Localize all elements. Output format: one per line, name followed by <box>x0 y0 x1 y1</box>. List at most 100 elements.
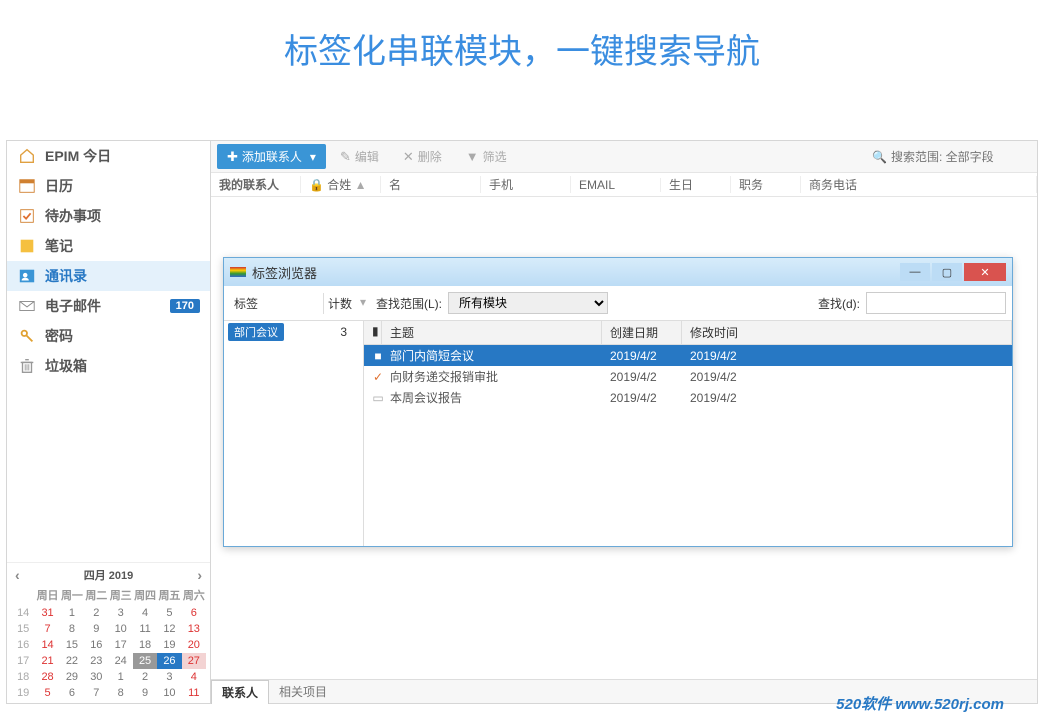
created-col[interactable]: 创建日期 <box>602 321 682 344</box>
sidebar-label: 电子邮件 <box>45 296 101 316</box>
col-name[interactable]: 名 <box>381 176 481 193</box>
side-nav: EPIM 今日 日历 待办事项 笔记 通讯录 电子邮件 170 <box>7 141 210 562</box>
result-subject: 部门内简短会议 <box>390 347 610 364</box>
app-window: EPIM 今日 日历 待办事项 笔记 通讯录 电子邮件 170 <box>6 140 1038 704</box>
find-label: 查找(d): <box>818 295 860 312</box>
subject-col[interactable]: 主题 <box>382 321 602 344</box>
sidebar-item-contacts[interactable]: 通讯录 <box>7 261 210 291</box>
filter-button[interactable]: ▼筛选 <box>456 144 517 169</box>
item-icon: ✓ <box>370 370 386 384</box>
page-banner: 标签化串联模块，一键搜索导航 <box>0 0 1044 85</box>
sidebar-item-mail[interactable]: 电子邮件 170 <box>7 291 210 321</box>
cal-title: 四月 2019 <box>84 567 134 583</box>
sidebar-item-notes[interactable]: 笔记 <box>7 231 210 261</box>
toolbar: ✚添加联系人▾ ✎编辑 ✕删除 ▼筛选 🔍 <box>211 141 1037 173</box>
result-subject: 向财务递交报销审批 <box>390 368 610 385</box>
sidebar-label: 通讯录 <box>45 266 87 286</box>
item-icon: ■ <box>370 349 386 363</box>
close-button[interactable]: ✕ <box>964 263 1006 281</box>
col-surname[interactable]: 🔒 合姓 ▲ <box>301 176 381 193</box>
search-box[interactable]: 🔍 <box>872 150 1031 164</box>
scope-select[interactable]: 所有模块 <box>448 292 608 314</box>
note-icon <box>17 236 37 256</box>
result-row[interactable]: ▭ 本周会议报告 2019/4/2 2019/4/2 <box>364 387 1012 408</box>
count-col-header: 计数 <box>324 293 356 314</box>
result-subject: 本周会议报告 <box>390 389 610 406</box>
scope-label: 查找范围(L): <box>376 295 442 312</box>
minimize-button[interactable]: — <box>900 263 930 281</box>
mail-icon <box>17 296 37 316</box>
tag-row[interactable]: 部门会议 3 <box>224 321 363 343</box>
col-bizphone[interactable]: 商务电话 <box>801 176 1037 193</box>
mini-calendar: ‹ 四月 2019 › 周日周一周二周三周四周五周六 1431123456 15… <box>7 562 210 703</box>
col-mycontacts[interactable]: 我的联系人 <box>211 176 301 193</box>
icon-col: ▮ <box>364 321 382 344</box>
home-icon <box>17 146 37 166</box>
cal-prev[interactable]: ‹ <box>15 567 20 583</box>
dialog-titlebar[interactable]: 标签浏览器 — ▢ ✕ <box>224 258 1012 286</box>
dialog-filter-bar: 标签 计数 ▾ 查找范围(L): 所有模块 查找(d): <box>224 286 1012 321</box>
result-row[interactable]: ■ 部门内简短会议 2019/4/2 2019/4/2 <box>364 345 1012 366</box>
sidebar-label: 笔记 <box>45 236 73 256</box>
delete-button[interactable]: ✕删除 <box>393 144 452 169</box>
sidebar-label: 密码 <box>45 326 73 346</box>
sidebar: EPIM 今日 日历 待办事项 笔记 通讯录 电子邮件 170 <box>7 141 211 703</box>
key-icon <box>17 326 37 346</box>
trash-icon <box>17 356 37 376</box>
sidebar-label: EPIM 今日 <box>45 146 111 166</box>
result-created: 2019/4/2 <box>610 349 690 363</box>
col-email[interactable]: EMAIL <box>571 178 661 192</box>
sidebar-label: 垃圾箱 <box>45 356 87 376</box>
footer-watermark: 520软件 www.520rj.com <box>836 693 1004 714</box>
calendar-icon <box>17 176 37 196</box>
tab-contacts[interactable]: 联系人 <box>211 680 269 704</box>
results-header: ▮ 主题 创建日期 修改时间 <box>364 321 1012 345</box>
todo-icon <box>17 206 37 226</box>
tag-chip: 部门会议 <box>228 323 284 341</box>
tag-col-header: 标签 <box>230 293 324 314</box>
sidebar-label: 待办事项 <box>45 206 101 226</box>
sidebar-item-todo[interactable]: 待办事项 <box>7 201 210 231</box>
main-area: ✚添加联系人▾ ✎编辑 ✕删除 ▼筛选 🔍 我的联系人 🔒 合姓 ▲ 名 手机 … <box>211 141 1037 703</box>
tag-browser-icon <box>230 267 246 277</box>
contacts-columns: 我的联系人 🔒 合姓 ▲ 名 手机 EMAIL 生日 职务 商务电话 <box>211 173 1037 197</box>
result-modified: 2019/4/2 <box>690 370 737 384</box>
tab-related[interactable]: 相关项目 <box>269 680 337 703</box>
pencil-icon: ✎ <box>340 149 351 165</box>
maximize-button[interactable]: ▢ <box>932 263 962 281</box>
tag-count: 3 <box>340 325 359 339</box>
x-icon: ✕ <box>403 149 414 165</box>
result-row[interactable]: ✓ 向财务递交报销审批 2019/4/2 2019/4/2 <box>364 366 1012 387</box>
dialog-title: 标签浏览器 <box>252 263 317 282</box>
cal-next[interactable]: › <box>197 567 202 583</box>
sidebar-label: 日历 <box>45 176 73 196</box>
search-input[interactable] <box>891 150 1031 164</box>
result-modified: 2019/4/2 <box>690 391 737 405</box>
dialog-body: 部门会议 3 ▮ 主题 创建日期 修改时间 ■ 部门内简 <box>224 321 1012 546</box>
filter-icon: ▼ <box>466 149 479 164</box>
chevron-down-icon[interactable]: ▾ <box>356 293 370 314</box>
tags-panel: 部门会议 3 <box>224 321 364 546</box>
find-input[interactable] <box>866 292 1006 314</box>
edit-button[interactable]: ✎编辑 <box>330 144 389 169</box>
results-panel: ▮ 主题 创建日期 修改时间 ■ 部门内简短会议 2019/4/2 2019/4… <box>364 321 1012 546</box>
modified-col[interactable]: 修改时间 <box>682 321 1012 344</box>
add-contact-button[interactable]: ✚添加联系人▾ <box>217 144 326 169</box>
tag-browser-dialog: 标签浏览器 — ▢ ✕ 标签 计数 ▾ 查找范围(L): 所有模块 查找 <box>223 257 1013 547</box>
sidebar-item-password[interactable]: 密码 <box>7 321 210 351</box>
plus-icon: ✚ <box>227 149 238 165</box>
col-birthday[interactable]: 生日 <box>661 176 731 193</box>
sidebar-item-trash[interactable]: 垃圾箱 <box>7 351 210 381</box>
mail-badge: 170 <box>170 299 200 313</box>
sidebar-item-calendar[interactable]: 日历 <box>7 171 210 201</box>
contacts-body: 标签浏览器 — ▢ ✕ 标签 计数 ▾ 查找范围(L): 所有模块 查找 <box>211 197 1037 679</box>
result-created: 2019/4/2 <box>610 370 690 384</box>
contacts-icon <box>17 266 37 286</box>
item-icon: ▭ <box>370 391 386 405</box>
search-icon: 🔍 <box>872 150 887 164</box>
cal-grid: 周日周一周二周三周四周五周六 1431123456 1578910111213 … <box>11 585 206 701</box>
col-title[interactable]: 职务 <box>731 176 801 193</box>
result-modified: 2019/4/2 <box>690 349 737 363</box>
sidebar-item-today[interactable]: EPIM 今日 <box>7 141 210 171</box>
col-mobile[interactable]: 手机 <box>481 176 571 193</box>
